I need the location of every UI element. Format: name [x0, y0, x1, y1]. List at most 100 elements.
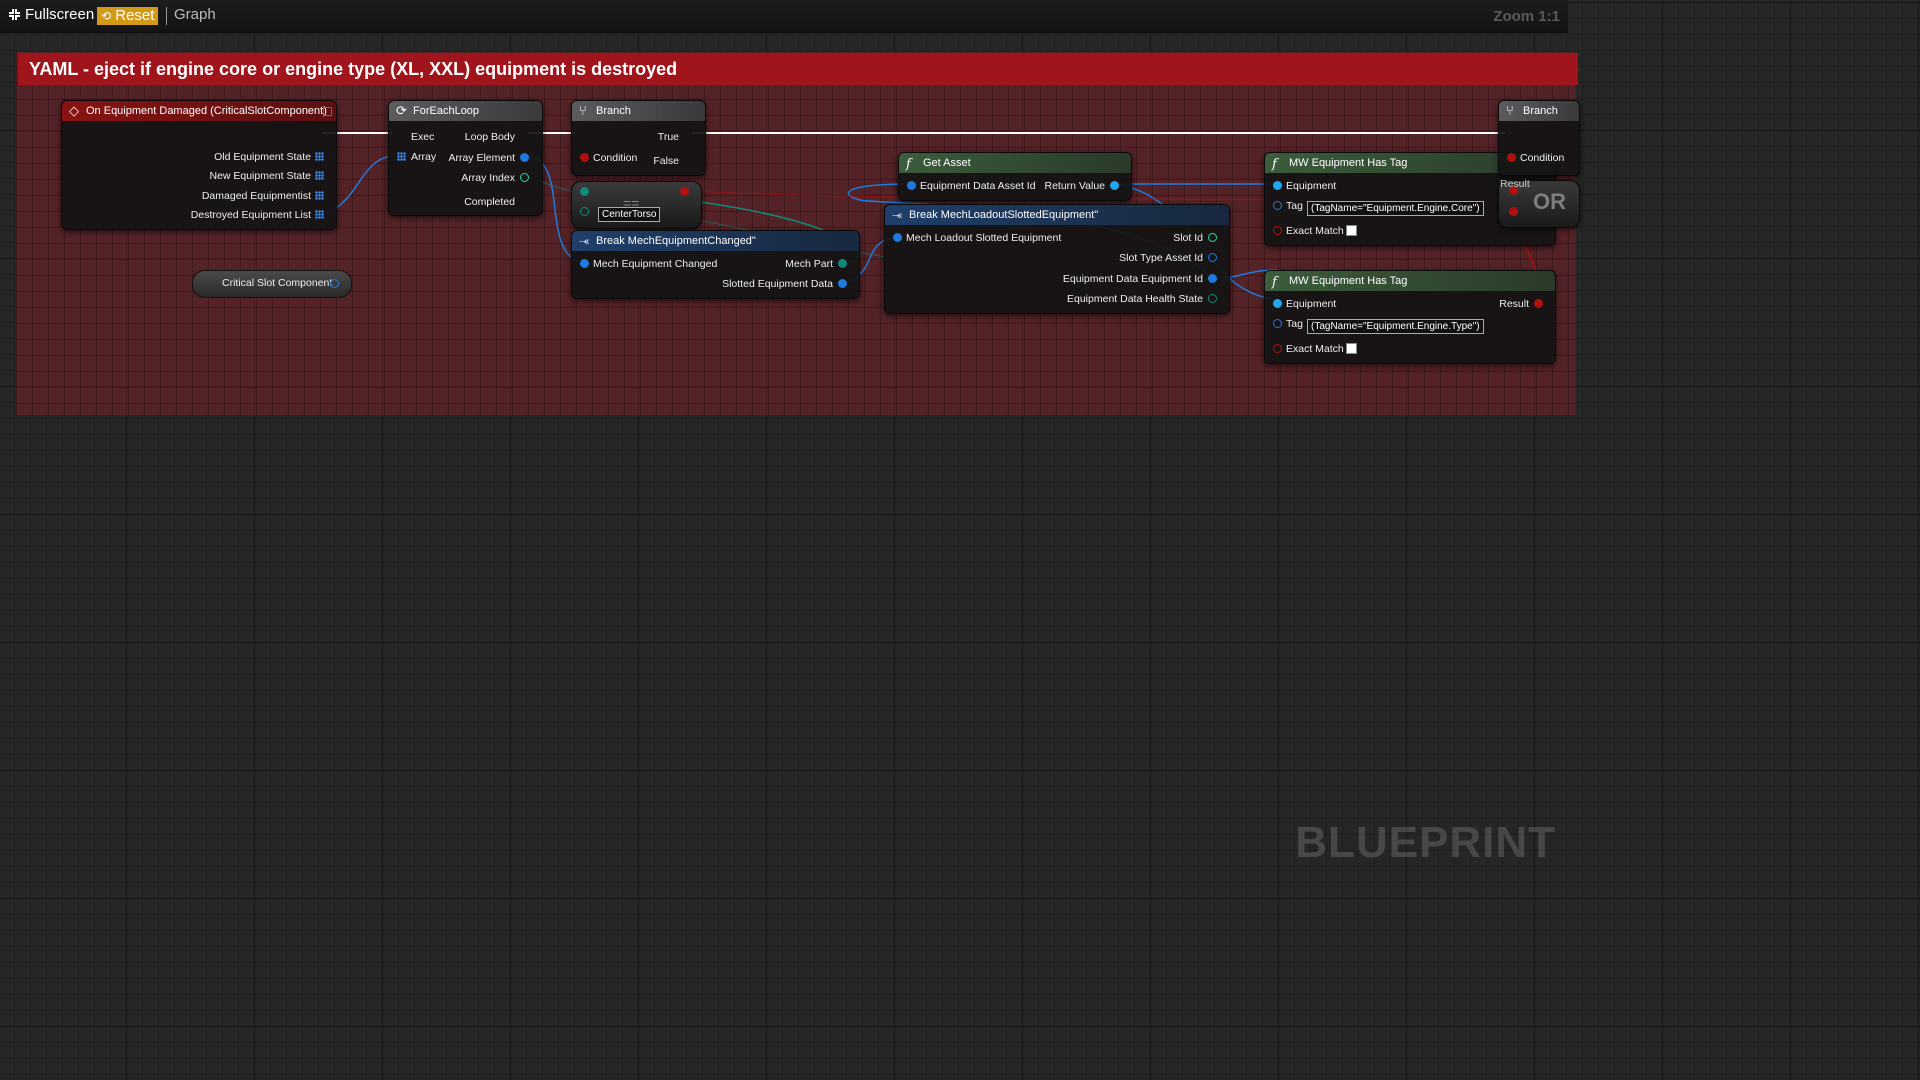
- break-changed-title: Break MechEquipmentChanged": [596, 235, 756, 247]
- struct-pin-icon[interactable]: [838, 279, 847, 288]
- struct-pin-icon[interactable]: [907, 181, 916, 190]
- enum-value-dropdown[interactable]: CenterTorso: [598, 207, 661, 222]
- has-tag-result-label: Result: [1500, 178, 1530, 190]
- variable-critical-slot-component[interactable]: Critical Slot Component: [192, 270, 352, 298]
- struct-pin-icon[interactable]: [893, 233, 902, 242]
- pin-exact-match: Exact Match: [1286, 343, 1344, 355]
- enum-pin-icon[interactable]: [580, 207, 589, 216]
- bool-pin-icon[interactable]: [680, 187, 689, 196]
- pin-false: False: [653, 155, 679, 167]
- has-tag-node-type[interactable]: f MW Equipment Has Tag Equipment Result …: [1264, 270, 1556, 364]
- enum-pin-icon[interactable]: [580, 187, 589, 196]
- pin-mech-equipment-changed: Mech Equipment Changed: [593, 258, 718, 270]
- pin-exact-match: Exact Match: [1286, 225, 1344, 237]
- branch-header: ⑂ Branch: [572, 101, 705, 121]
- object-pin-icon[interactable]: [1273, 299, 1282, 308]
- bool-pin-icon[interactable]: [1509, 207, 1518, 216]
- struct-pin-icon[interactable]: [1273, 319, 1282, 328]
- function-icon: f: [906, 157, 911, 172]
- branch-header: ⑂ Branch: [1499, 101, 1579, 121]
- branch-node-2[interactable]: ⑂ Branch Condition: [1498, 100, 1580, 176]
- pin-equipment-data-health-state: Equipment Data Health State: [1067, 293, 1203, 305]
- break-slotted-title: Break MechLoadoutSlottedEquipment": [909, 209, 1099, 221]
- tag-value-field[interactable]: (TagName="Equipment.Engine.Type"): [1307, 319, 1484, 334]
- get-asset-title: Get Asset: [923, 157, 971, 169]
- tag-value-field[interactable]: (TagName="Equipment.Engine.Core"): [1307, 201, 1484, 216]
- pin-mech-loadout-slotted-equipment: Mech Loadout Slotted Equipment: [906, 232, 1062, 244]
- pin-equipment-data-asset-id: Equipment Data Asset Id: [920, 180, 1036, 192]
- break-slotted-header: ⤛ Break MechLoadoutSlottedEquipment": [885, 205, 1229, 225]
- branch-icon: ⑂: [1506, 104, 1514, 119]
- get-asset-node[interactable]: f Get Asset Equipment Data Asset Id Retu…: [898, 152, 1132, 201]
- pin-destroyed-equipment-list: Destroyed Equipment List: [190, 209, 311, 221]
- pin-old-equipment-state: Old Equipment State: [214, 151, 311, 163]
- pin-tag: Tag: [1286, 200, 1303, 212]
- pin-condition: Condition: [593, 152, 638, 164]
- object-pin-icon[interactable]: [1273, 181, 1282, 190]
- pin-tag: Tag: [1286, 318, 1303, 330]
- pin-equipment: Equipment: [1286, 298, 1337, 310]
- pin-new-equipment-state: New Equipment State: [209, 170, 311, 182]
- break-changed-header: ⤛ Break MechEquipmentChanged": [572, 231, 859, 251]
- int-pin-icon[interactable]: [520, 173, 529, 182]
- enum-pin-icon[interactable]: [838, 259, 847, 268]
- pin-array: Array: [411, 151, 437, 163]
- array-pin-icon[interactable]: [315, 210, 324, 219]
- event-node-title: On Equipment Damaged (CriticalSlotCompon…: [86, 105, 327, 117]
- array-pin-icon[interactable]: [315, 152, 324, 161]
- get-asset-header: f Get Asset: [899, 153, 1131, 173]
- pin-slotted-equipment-data: Slotted Equipment Data: [722, 278, 833, 290]
- branch-node[interactable]: ⑂ Branch Condition True False: [571, 100, 706, 176]
- pin-mech-part: Mech Part: [785, 258, 833, 270]
- struct-pin-icon[interactable]: [1208, 253, 1217, 262]
- pin-completed: Completed: [464, 196, 515, 208]
- break-mech-equipment-changed-node[interactable]: ⤛ Break MechEquipmentChanged" Mech Equip…: [571, 230, 860, 299]
- function-icon: f: [1272, 275, 1277, 290]
- event-diamond-icon: ◇: [69, 104, 79, 119]
- foreach-header: ⟳ ForEachLoop: [389, 101, 542, 121]
- pin-condition: Condition: [1520, 152, 1565, 164]
- struct-pin-icon[interactable]: [1273, 201, 1282, 210]
- object-pin-icon[interactable]: [330, 279, 339, 288]
- branch-icon: ⑂: [579, 104, 587, 119]
- pin-array-element: Array Element: [448, 152, 515, 164]
- struct-pin-icon[interactable]: [1208, 274, 1217, 283]
- array-pin-icon[interactable]: [315, 191, 324, 200]
- pin-slot-type-asset-id: Slot Type Asset Id: [1119, 252, 1203, 264]
- pin-result: Result: [1499, 298, 1529, 310]
- pin-loop-body: Loop Body: [464, 131, 515, 143]
- or-label: OR: [1533, 189, 1566, 214]
- pin-damaged-equipmentist: Damaged Equipmentist: [201, 190, 311, 202]
- loop-icon: ⟳: [396, 104, 407, 119]
- bool-pin-icon[interactable]: [580, 153, 589, 162]
- pin-array-index: Array Index: [461, 172, 515, 184]
- struct-pin-icon[interactable]: [580, 259, 589, 268]
- has-tag-header: f MW Equipment Has Tag: [1265, 271, 1555, 291]
- bool-pin-icon[interactable]: [1273, 344, 1282, 353]
- enum-pin-icon[interactable]: [1208, 294, 1217, 303]
- exact-match-checkbox[interactable]: [1346, 343, 1357, 354]
- foreach-title: ForEachLoop: [413, 105, 480, 117]
- array-pin-icon[interactable]: [315, 171, 324, 180]
- object-pin-icon[interactable]: [520, 153, 529, 162]
- break-mech-loadout-slotted-equipment-node[interactable]: ⤛ Break MechLoadoutSlottedEquipment" Mec…: [884, 204, 1230, 314]
- event-node-on-equipment-damaged[interactable]: ◇ On Equipment Damaged (CriticalSlotComp…: [61, 100, 337, 230]
- blueprint-watermark: BLUEPRINT: [1295, 818, 1556, 867]
- pin-equipment-data-equipment-id: Equipment Data Equipment Id: [1062, 273, 1203, 285]
- equals-node[interactable]: == CenterTorso: [571, 181, 702, 229]
- function-icon: f: [1272, 157, 1277, 172]
- array-pin-icon[interactable]: [397, 152, 406, 161]
- pin-exec: Exec: [411, 131, 435, 143]
- pin-equipment: Equipment: [1286, 180, 1337, 192]
- branch-title: Branch: [596, 105, 631, 117]
- bool-pin-icon[interactable]: [1534, 299, 1543, 308]
- int-pin-icon[interactable]: [1208, 233, 1217, 242]
- bool-pin-icon[interactable]: [1273, 226, 1282, 235]
- pin-true: True: [657, 131, 679, 143]
- bool-pin-icon[interactable]: [1507, 153, 1516, 162]
- object-pin-icon[interactable]: [1110, 181, 1119, 190]
- delegate-icon[interactable]: [323, 107, 332, 116]
- foreach-loop-node[interactable]: ⟳ ForEachLoop Exec Array Loop Body Array…: [388, 100, 543, 216]
- break-struct-icon: ⤛: [579, 234, 590, 249]
- exact-match-checkbox[interactable]: [1346, 225, 1357, 236]
